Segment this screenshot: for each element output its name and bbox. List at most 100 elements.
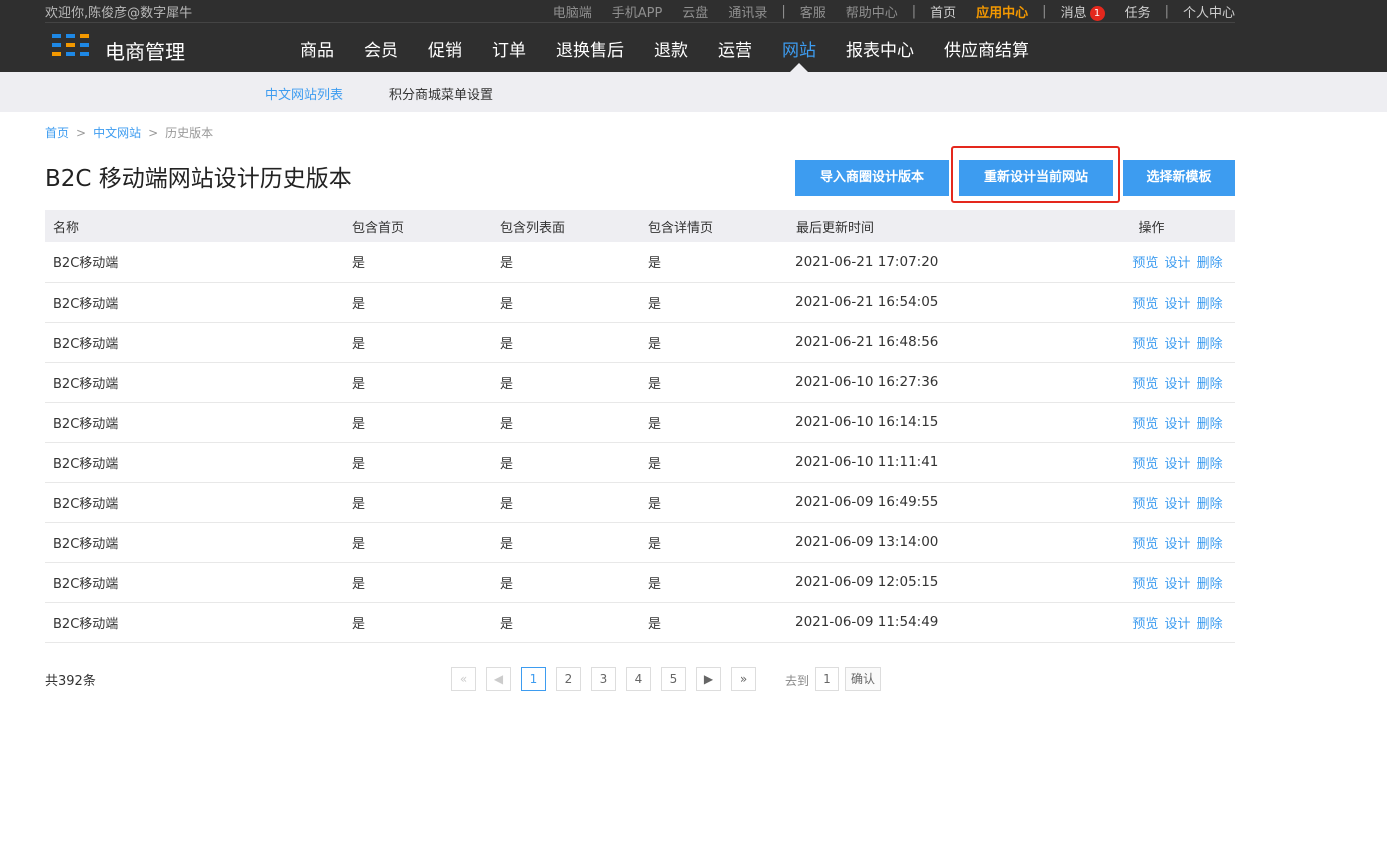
nav-returns[interactable]: 退换售后: [556, 36, 624, 72]
logo-grid-icon: [52, 34, 90, 56]
preview-link[interactable]: 预览: [1132, 457, 1158, 472]
goto-confirm-button[interactable]: 确认: [845, 667, 881, 691]
link-service[interactable]: 客服: [800, 2, 826, 21]
row-actions: 预览 设计 删除: [1068, 402, 1235, 443]
row-has-detail: 是: [640, 602, 788, 643]
goto-label: 去到: [785, 674, 810, 688]
link-tasks[interactable]: 任务: [1125, 2, 1151, 21]
page-button-2[interactable]: 2: [556, 667, 581, 691]
link-cloud[interactable]: 云盘: [682, 2, 708, 21]
redesign-site-button[interactable]: 重新设计当前网站: [959, 160, 1113, 196]
row-has-list: 是: [492, 602, 640, 643]
row-name: B2C移动端: [45, 442, 344, 483]
delete-link[interactable]: 删除: [1197, 297, 1223, 312]
link-messages[interactable]: 消息 1: [1061, 2, 1105, 21]
delete-link[interactable]: 删除: [1197, 617, 1223, 632]
preview-link[interactable]: 预览: [1132, 617, 1158, 632]
subnav-chinese-site-list[interactable]: 中文网站列表: [265, 84, 343, 103]
goto-page-input[interactable]: [815, 667, 839, 691]
row-updated-time: 2021-06-10 11:11:41: [788, 442, 1068, 483]
delete-link[interactable]: 删除: [1197, 497, 1223, 512]
row-actions: 预览 设计 删除: [1068, 282, 1235, 323]
row-has-home: 是: [344, 362, 492, 403]
table-row: B2C移动端是是是 2021-06-10 16:14:15 预览 设计 删除: [45, 402, 1235, 443]
nav-operations[interactable]: 运营: [718, 36, 752, 72]
nav-reports[interactable]: 报表中心: [846, 36, 914, 72]
first-page-button[interactable]: «: [451, 667, 476, 691]
preview-link[interactable]: 预览: [1132, 337, 1158, 352]
last-page-button[interactable]: »: [731, 667, 756, 691]
row-has-list: 是: [492, 242, 640, 283]
preview-link[interactable]: 预览: [1132, 537, 1158, 552]
breadcrumb-current: 历史版本: [165, 126, 214, 140]
breadcrumb-chinese-site[interactable]: 中文网站: [93, 126, 141, 140]
row-name: B2C移动端: [45, 602, 344, 643]
row-has-detail: 是: [640, 522, 788, 563]
nav-orders[interactable]: 订单: [492, 36, 526, 72]
design-link[interactable]: 设计: [1164, 297, 1190, 312]
delete-link[interactable]: 删除: [1197, 577, 1223, 592]
row-updated-time: 2021-06-09 12:05:15: [788, 562, 1068, 603]
nav-promotions[interactable]: 促销: [428, 36, 462, 72]
row-name: B2C移动端: [45, 282, 344, 323]
delete-link[interactable]: 删除: [1197, 457, 1223, 472]
row-actions: 预览 设计 删除: [1068, 362, 1235, 403]
row-name: B2C移动端: [45, 242, 344, 283]
delete-link[interactable]: 删除: [1197, 256, 1223, 271]
design-link[interactable]: 设计: [1164, 497, 1190, 512]
delete-link[interactable]: 删除: [1197, 337, 1223, 352]
page-button-5[interactable]: 5: [661, 667, 686, 691]
preview-link[interactable]: 预览: [1132, 577, 1158, 592]
link-contacts[interactable]: 通讯录: [728, 2, 767, 21]
design-link[interactable]: 设计: [1164, 337, 1190, 352]
link-pc[interactable]: 电脑端: [553, 2, 592, 21]
page-button-4[interactable]: 4: [626, 667, 651, 691]
link-app-center[interactable]: 应用中心: [976, 2, 1028, 21]
design-link[interactable]: 设计: [1164, 617, 1190, 632]
row-updated-time: 2021-06-10 16:27:36: [788, 362, 1068, 403]
preview-link[interactable]: 预览: [1132, 417, 1158, 432]
link-app[interactable]: 手机APP: [612, 2, 663, 21]
subnav-points-mall-menu[interactable]: 积分商城菜单设置: [389, 84, 493, 103]
row-has-home: 是: [344, 482, 492, 523]
design-link[interactable]: 设计: [1164, 377, 1190, 392]
column-header-list: 包含列表面: [492, 210, 640, 242]
row-has-detail: 是: [640, 242, 788, 283]
link-profile[interactable]: 个人中心: [1183, 2, 1235, 21]
design-link[interactable]: 设计: [1164, 457, 1190, 472]
table-row: B2C移动端是是是 2021-06-09 16:49:55 预览 设计 删除: [45, 482, 1235, 523]
preview-link[interactable]: 预览: [1132, 297, 1158, 312]
delete-link[interactable]: 删除: [1197, 377, 1223, 392]
link-home[interactable]: 首页: [930, 2, 956, 21]
prev-page-button[interactable]: ◀: [486, 667, 511, 691]
breadcrumb-separator: >: [148, 126, 159, 140]
history-table: 名称 包含首页 包含列表面 包含详情页 最后更新时间 操作 B2C移动端是是是 2…: [45, 210, 1235, 643]
row-name: B2C移动端: [45, 562, 344, 603]
preview-link[interactable]: 预览: [1132, 497, 1158, 512]
nav-website[interactable]: 网站: [782, 36, 816, 72]
nav-refunds[interactable]: 退款: [654, 36, 688, 72]
link-help[interactable]: 帮助中心: [846, 2, 898, 21]
delete-link[interactable]: 删除: [1197, 417, 1223, 432]
import-design-button[interactable]: 导入商圈设计版本: [795, 160, 949, 196]
row-has-list: 是: [492, 482, 640, 523]
row-has-home: 是: [344, 562, 492, 603]
column-header-name: 名称: [45, 210, 344, 242]
select-template-button[interactable]: 选择新模板: [1123, 160, 1235, 196]
nav-members[interactable]: 会员: [364, 36, 398, 72]
nav-products[interactable]: 商品: [300, 36, 334, 72]
breadcrumb-separator: >: [76, 126, 87, 140]
preview-link[interactable]: 预览: [1132, 377, 1158, 392]
delete-link[interactable]: 删除: [1197, 537, 1223, 552]
table-row: B2C移动端是是是 2021-06-21 16:54:05 预览 设计 删除: [45, 282, 1235, 323]
page-button-1[interactable]: 1: [521, 667, 546, 691]
design-link[interactable]: 设计: [1164, 256, 1190, 271]
breadcrumb-home[interactable]: 首页: [45, 126, 69, 140]
design-link[interactable]: 设计: [1164, 577, 1190, 592]
page-button-3[interactable]: 3: [591, 667, 616, 691]
preview-link[interactable]: 预览: [1132, 256, 1158, 271]
design-link[interactable]: 设计: [1164, 537, 1190, 552]
nav-supplier-settlement[interactable]: 供应商结算: [944, 36, 1029, 72]
next-page-button[interactable]: ▶: [696, 667, 721, 691]
design-link[interactable]: 设计: [1164, 417, 1190, 432]
